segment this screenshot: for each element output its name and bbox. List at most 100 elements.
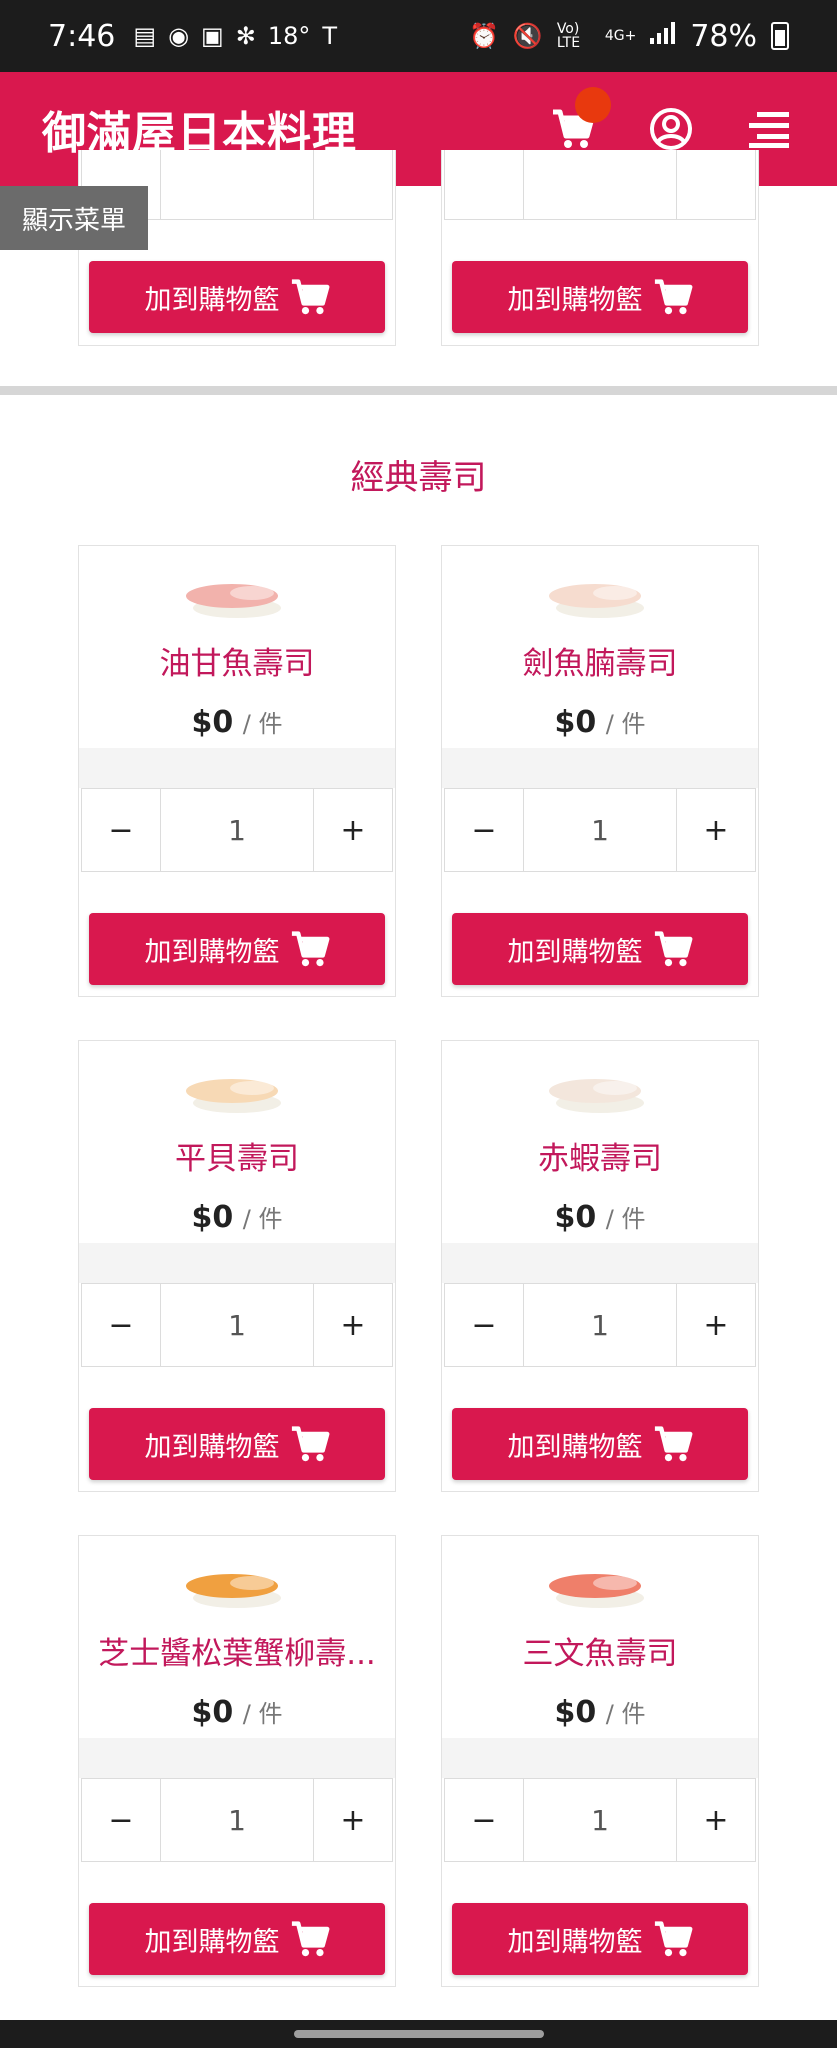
quantity-stepper: − 1 + — [81, 788, 393, 872]
quantity-stepper: − 1 + — [444, 788, 756, 872]
weather-app-icon: ▣ — [201, 22, 224, 50]
quantity-stepper: − 1 + — [81, 1778, 393, 1862]
product-card: 油甘魚壽司 $0 / 件 − 1 + 加到購物籃 — [78, 545, 396, 997]
battery-icon — [771, 22, 789, 50]
price-unit: / 件 — [605, 1205, 646, 1233]
product-price: $0 / 件 — [79, 1199, 395, 1235]
product-price: $0 / 件 — [79, 704, 395, 740]
fan-icon: ✻ — [235, 22, 256, 50]
add-to-cart-button[interactable]: 加到購物籃 — [452, 913, 748, 985]
cart-icon — [654, 279, 692, 315]
add-to-cart-button[interactable]: 加到購物籃 — [89, 913, 385, 985]
product-card-partial: 加到購物籃 — [441, 150, 759, 346]
navigation-bar — [0, 2020, 837, 2048]
add-to-cart-label: 加到購物籃 — [144, 1431, 280, 1463]
price-amount: $0 — [191, 1200, 234, 1235]
price-amount: $0 — [191, 1695, 234, 1730]
section-divider — [0, 386, 837, 395]
product-name[interactable]: 油甘魚壽司 — [79, 638, 395, 683]
decrease-button[interactable]: − — [82, 1284, 160, 1366]
quantity-band — [79, 1243, 395, 1283]
quantity-value[interactable]: 1 — [160, 789, 314, 871]
product-name[interactable]: 劍魚腩壽司 — [442, 638, 758, 683]
quantity-band — [79, 1738, 395, 1778]
sushi-image — [186, 584, 281, 618]
decrease-button[interactable]: − — [445, 789, 523, 871]
quantity-band — [79, 748, 395, 788]
quantity-band — [442, 1243, 758, 1283]
cart-icon — [654, 931, 692, 967]
add-to-cart-button[interactable]: 加到購物籃 — [452, 1408, 748, 1480]
quantity-stepper: − 1 + — [444, 1283, 756, 1367]
cart-icon — [291, 1426, 329, 1462]
price-amount: $0 — [191, 705, 234, 740]
product-card: 芝士醬松葉蟹柳壽... $0 / 件 − 1 + 加到購物籃 — [78, 1535, 396, 1987]
product-price: $0 / 件 — [442, 704, 758, 740]
quantity-value[interactable]: 1 — [160, 1284, 314, 1366]
add-to-cart-label: 加到購物籃 — [507, 284, 643, 316]
section-title: 經典壽司 — [350, 458, 487, 498]
price-amount: $0 — [554, 705, 597, 740]
product-name[interactable]: 芝士醬松葉蟹柳壽... — [79, 1628, 395, 1673]
price-amount: $0 — [554, 1200, 597, 1235]
increase-button[interactable]: + — [314, 1284, 392, 1366]
status-temperature: 18° — [267, 22, 311, 50]
quantity-value[interactable]: 1 — [523, 1284, 677, 1366]
product-name[interactable]: 三文魚壽司 — [442, 1628, 758, 1673]
product-price: $0 / 件 — [79, 1694, 395, 1730]
product-card: 平貝壽司 $0 / 件 − 1 + 加到購物籃 — [78, 1040, 396, 1492]
battery-percent: 78% — [690, 18, 757, 54]
menu-button[interactable] — [743, 103, 795, 155]
quantity-band — [442, 748, 758, 788]
status-bar: 7:46 ▤ ◉ ▣ ✻ 18° T ⏰ 🔇 Vo) LTE 4G+ 78% — [0, 0, 837, 72]
product-card: 赤蝦壽司 $0 / 件 − 1 + 加到購物籃 — [441, 1040, 759, 1492]
sushi-image — [186, 1574, 281, 1608]
product-name[interactable]: 平貝壽司 — [79, 1133, 395, 1178]
price-unit: / 件 — [242, 1700, 283, 1728]
increase-button[interactable]: + — [677, 789, 755, 871]
status-time: 7:46 — [48, 18, 116, 54]
add-to-cart-label: 加到購物籃 — [144, 936, 280, 968]
product-price: $0 / 件 — [442, 1199, 758, 1235]
user-icon — [650, 108, 692, 150]
home-indicator[interactable] — [294, 2030, 544, 2038]
account-button[interactable] — [645, 103, 697, 155]
increase-button[interactable]: + — [314, 1779, 392, 1861]
product-card: 劍魚腩壽司 $0 / 件 − 1 + 加到購物籃 — [441, 545, 759, 997]
add-to-cart-button[interactable]: 加到購物籃 — [452, 261, 748, 333]
quantity-value[interactable]: 1 — [160, 1779, 314, 1861]
app-icon: ◉ — [168, 22, 190, 50]
sushi-image — [186, 1079, 281, 1113]
cart-button[interactable] — [547, 87, 611, 155]
product-card: 三文魚壽司 $0 / 件 − 1 + 加到購物籃 — [441, 1535, 759, 1987]
product-name[interactable]: 赤蝦壽司 — [442, 1133, 758, 1178]
decrease-button[interactable]: − — [82, 789, 160, 871]
show-menu-button[interactable]: 顯示菜單 — [0, 186, 148, 250]
cart-icon — [291, 931, 329, 967]
quantity-band — [442, 1738, 758, 1778]
add-to-cart-button[interactable]: 加到購物籃 — [452, 1903, 748, 1975]
quantity-value[interactable]: 1 — [523, 789, 677, 871]
tesla-icon: T — [322, 22, 338, 50]
increase-button[interactable]: + — [677, 1284, 755, 1366]
menu-icon — [749, 112, 789, 148]
quantity-stepper: − 1 + — [81, 1283, 393, 1367]
add-to-cart-button[interactable]: 加到購物籃 — [89, 1903, 385, 1975]
sushi-image — [549, 584, 644, 618]
quantity-value[interactable]: 1 — [523, 1779, 677, 1861]
increase-button[interactable]: + — [314, 789, 392, 871]
decrease-button[interactable]: − — [445, 1779, 523, 1861]
cart-icon — [291, 279, 329, 315]
decrease-button[interactable]: − — [445, 1284, 523, 1366]
sushi-image — [549, 1079, 644, 1113]
add-to-cart-button[interactable]: 加到購物籃 — [89, 1408, 385, 1480]
add-to-cart-label: 加到購物籃 — [144, 284, 280, 316]
add-to-cart-label: 加到購物籃 — [507, 1431, 643, 1463]
cart-icon — [654, 1426, 692, 1462]
add-to-cart-button[interactable]: 加到購物籃 — [89, 261, 385, 333]
alarm-icon: ⏰ — [469, 22, 499, 50]
decrease-button[interactable]: − — [82, 1779, 160, 1861]
volte-icon: Vo) LTE — [556, 21, 581, 51]
cart-badge — [575, 87, 611, 123]
increase-button[interactable]: + — [677, 1779, 755, 1861]
